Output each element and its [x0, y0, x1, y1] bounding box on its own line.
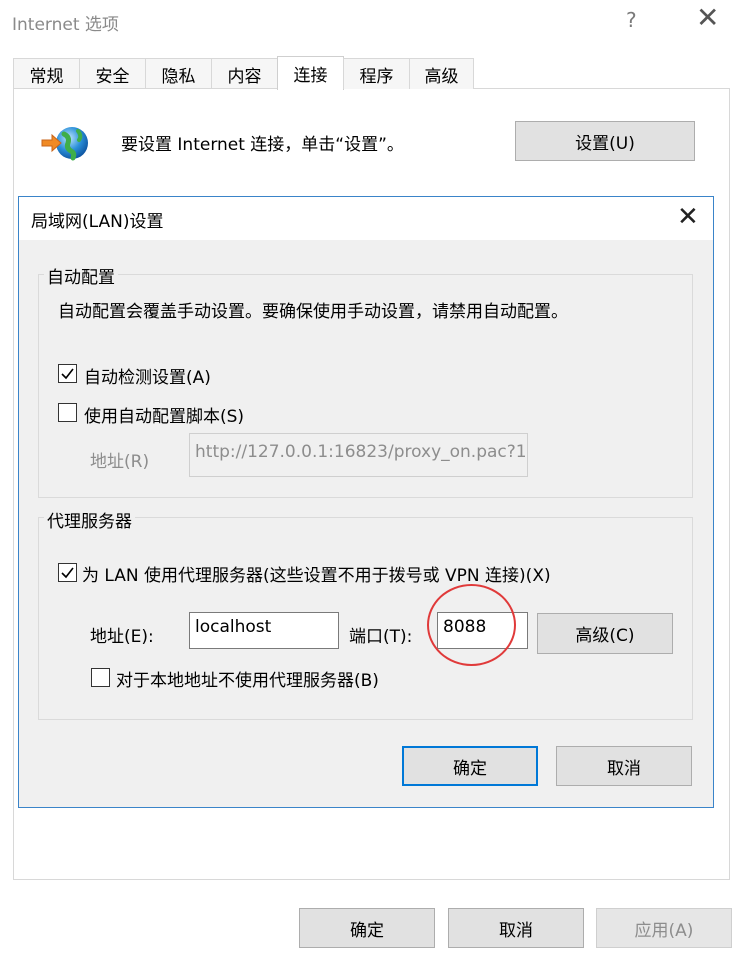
advanced-proxy-button[interactable]: 高级(C) — [537, 613, 673, 654]
close-icon[interactable]: ✕ — [696, 4, 719, 32]
lan-dialog-close-icon[interactable]: ✕ — [677, 202, 699, 232]
auto-detect-label[interactable]: 自动检测设置(A) — [84, 363, 211, 388]
proxy-server-legend: 代理服务器 — [44, 507, 135, 532]
auto-detect-checkbox[interactable] — [58, 364, 77, 383]
tab-security[interactable]: 安全 — [79, 58, 146, 89]
bypass-local-checkbox[interactable] — [91, 668, 110, 687]
tab-connections[interactable]: 连接 — [277, 56, 344, 90]
checkmark-icon — [61, 368, 74, 380]
globe-connection-icon — [40, 124, 92, 162]
ok-button[interactable]: 确定 — [299, 908, 435, 948]
tab-content[interactable]: 内容 — [211, 58, 278, 89]
use-proxy-label[interactable]: 为 LAN 使用代理服务器(这些设置不用于拨号或 VPN 连接)(X) — [82, 561, 551, 586]
cancel-button[interactable]: 取消 — [448, 908, 584, 948]
use-script-checkbox[interactable] — [58, 403, 77, 422]
connection-intro-text: 要设置 Internet 连接，单击“设置”。 — [121, 135, 404, 155]
annotation-circle — [427, 584, 516, 666]
help-icon[interactable]: ? — [626, 8, 637, 32]
setup-button[interactable]: 设置(U) — [515, 121, 695, 161]
lan-cancel-button[interactable]: 取消 — [556, 746, 692, 786]
tab-advanced[interactable]: 高级 — [409, 58, 474, 89]
tab-general[interactable]: 常规 — [13, 58, 80, 89]
apply-button[interactable]: 应用(A) — [596, 908, 732, 948]
bypass-local-label[interactable]: 对于本地地址不使用代理服务器(B) — [116, 666, 379, 691]
use-proxy-checkbox[interactable] — [58, 563, 77, 582]
proxy-port-label: 端口(T): — [349, 627, 413, 647]
window-title: Internet 选项 — [12, 15, 119, 35]
lan-ok-button[interactable]: 确定 — [402, 746, 538, 786]
script-address-input[interactable]: http://127.0.0.1:16823/proxy_on.pac?1 — [189, 433, 528, 477]
proxy-address-input[interactable]: localhost — [189, 612, 339, 649]
lan-dialog-title: 局域网(LAN)设置 — [31, 212, 164, 232]
auto-config-description: 自动配置会覆盖手动设置。要确保使用手动设置，请禁用自动配置。 — [58, 302, 568, 322]
checkmark-icon — [61, 567, 74, 579]
tab-privacy[interactable]: 隐私 — [145, 58, 212, 89]
tab-programs[interactable]: 程序 — [343, 58, 410, 89]
proxy-address-label: 地址(E): — [90, 627, 154, 647]
auto-config-legend: 自动配置 — [44, 263, 118, 288]
script-address-label: 地址(R) — [90, 452, 150, 472]
use-script-label[interactable]: 使用自动配置脚本(S) — [84, 402, 244, 427]
